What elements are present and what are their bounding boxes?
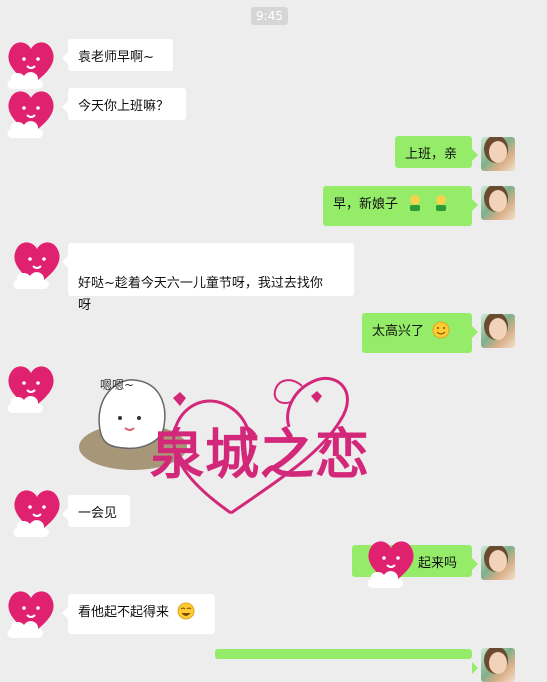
heart-cloud-avatar[interactable] xyxy=(360,535,422,591)
heart-cloud-avatar[interactable] xyxy=(0,360,62,416)
sticker-caption: 嗯嗯~ xyxy=(100,378,135,392)
message-bubble-10[interactable] xyxy=(215,649,478,674)
user-avatar[interactable] xyxy=(481,137,515,171)
green-figure-emoji-icon xyxy=(410,195,421,211)
message-text: 上班，亲 xyxy=(405,147,458,162)
message-bubble-2[interactable]: 今天你上班嘛？ xyxy=(62,88,186,120)
message-text: 好哒~趁着今天六一儿童节呀，我过去找你 呀 xyxy=(78,276,323,313)
user-avatar[interactable] xyxy=(481,186,515,220)
message-text: 袁老师早啊~ xyxy=(78,50,154,65)
message-bubble-4[interactable]: 早，新娘子 xyxy=(323,186,478,226)
sticker-title: 泉城之恋 xyxy=(150,422,370,486)
smile-emoji-icon xyxy=(432,321,450,339)
laughing-emoji-icon xyxy=(177,602,195,620)
message-text: 早，新娘子 xyxy=(333,197,399,212)
user-avatar[interactable] xyxy=(481,546,515,580)
heart-cloud-avatar[interactable] xyxy=(6,484,68,540)
message-text: 太高兴了 xyxy=(372,324,425,339)
user-avatar[interactable] xyxy=(481,314,515,348)
user-avatar[interactable] xyxy=(481,648,515,682)
message-bubble-1[interactable]: 袁老师早啊~ xyxy=(62,39,173,71)
message-text: 看他起不起得来 xyxy=(78,605,170,620)
message-bubble-3[interactable]: 上班，亲 xyxy=(395,136,478,168)
heart-cloud-avatar[interactable] xyxy=(0,585,62,641)
heart-cloud-avatar[interactable] xyxy=(0,85,62,141)
message-bubble-7[interactable]: 一会见 xyxy=(62,495,130,527)
message-bubble-9[interactable]: 看他起不起得来 xyxy=(62,594,215,634)
message-text: 今天你上班嘛？ xyxy=(78,99,170,114)
message-text: 起来吗 xyxy=(418,556,458,571)
message-bubble-5[interactable]: 好哒~趁着今天六一儿童节呀，我过去找你 呀 xyxy=(62,243,354,313)
message-bubble-6[interactable]: 太高兴了 xyxy=(362,313,478,353)
heart-cloud-avatar[interactable] xyxy=(0,36,62,92)
heart-cloud-avatar[interactable] xyxy=(6,236,68,292)
timestamp: 9:45 xyxy=(251,7,288,25)
green-figure-emoji-icon xyxy=(436,195,447,211)
message-text: 一会见 xyxy=(78,506,118,521)
